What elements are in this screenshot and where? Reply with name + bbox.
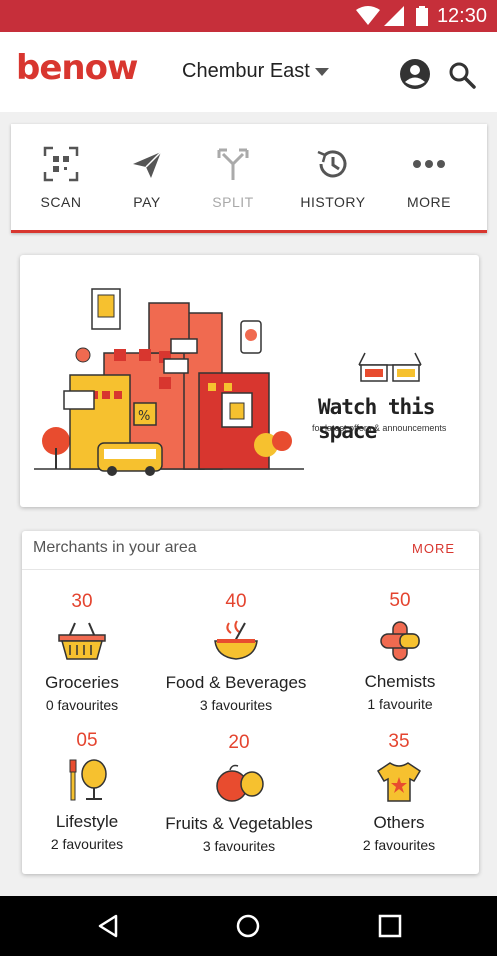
- signal-icon: [384, 6, 404, 26]
- action-scan[interactable]: SCAN: [21, 124, 101, 230]
- history-icon: [317, 150, 347, 178]
- category-count: 30: [71, 591, 93, 612]
- category-fruits-vegetables[interactable]: 20 Fruits & Vegetables 3 favourites: [164, 732, 314, 862]
- divider: [22, 569, 479, 570]
- search-icon[interactable]: [448, 61, 476, 89]
- bowl-icon: [214, 620, 258, 660]
- location-selector[interactable]: Chembur East: [182, 60, 329, 83]
- category-chemists[interactable]: 50 Chemists 1 favourite: [325, 590, 475, 720]
- back-icon[interactable]: [94, 912, 122, 940]
- action-label: SPLIT: [212, 194, 254, 210]
- basket-icon: [58, 622, 106, 660]
- quick-actions: SCAN PAY SPLIT HISTORY MORE: [11, 124, 487, 233]
- category-name: Lifestyle: [55, 812, 119, 831]
- category-favourites: 2 favourites: [362, 837, 436, 853]
- category-lifestyle[interactable]: 05 Lifestyle 2 favourites: [12, 730, 162, 860]
- category-favourites: 1 favourite: [367, 696, 433, 712]
- category-favourites: 0 favourites: [45, 697, 119, 713]
- category-name: Food & Beverages: [165, 673, 307, 692]
- category-groceries[interactable]: 30 Groceries 0 favourites: [7, 591, 157, 721]
- merchants-more-link[interactable]: MORE: [412, 541, 455, 556]
- category-count: 40: [225, 591, 247, 612]
- location-label: Chembur East: [182, 60, 310, 82]
- caret-down-icon: [314, 67, 329, 76]
- promo-banner[interactable]: % Watch this space for latest offers & a…: [20, 255, 479, 507]
- category-count: 05: [76, 730, 98, 751]
- category-favourites: 3 favourites: [202, 838, 276, 854]
- wifi-icon: [356, 6, 380, 25]
- merchants-title: Merchants in your area: [33, 539, 197, 556]
- action-more[interactable]: MORE: [389, 124, 469, 230]
- action-label: SCAN: [40, 194, 82, 210]
- account-icon[interactable]: [400, 59, 430, 89]
- status-time: 12:30: [436, 5, 487, 27]
- category-favourites: 3 favourites: [199, 697, 273, 713]
- category-name: Others: [373, 813, 425, 832]
- svg-text:%: %: [138, 409, 150, 424]
- 3d-glasses-icon: [358, 352, 422, 382]
- pill-icon: [380, 621, 420, 661]
- category-name: Chemists: [364, 672, 436, 691]
- category-count: 35: [388, 731, 410, 752]
- mirror-brush-icon: [69, 759, 107, 801]
- banner-subtitle: for latest offers & announcements: [312, 423, 447, 433]
- send-icon: [133, 151, 162, 178]
- merchants-card: Merchants in your area MORE 30 Groceries…: [22, 531, 479, 874]
- tshirt-icon: [376, 762, 422, 802]
- scan-qr-icon: [43, 146, 79, 182]
- category-others[interactable]: 35 Others 2 favourites: [324, 731, 474, 861]
- action-history[interactable]: HISTORY: [293, 124, 373, 230]
- home-icon[interactable]: [234, 912, 262, 940]
- category-count: 50: [389, 590, 411, 611]
- action-split[interactable]: SPLIT: [193, 124, 273, 230]
- brand-logo[interactable]: benow: [16, 48, 138, 88]
- action-label: HISTORY: [300, 194, 366, 210]
- action-pay[interactable]: PAY: [107, 124, 187, 230]
- city-illustration: %: [34, 288, 304, 476]
- battery-icon: [416, 6, 428, 26]
- banner-title: Watch this space: [318, 395, 435, 443]
- action-label: MORE: [407, 194, 451, 210]
- category-favourites: 2 favourites: [50, 836, 124, 852]
- fruits-icon: [216, 764, 264, 802]
- app-bar: benow Chembur East: [0, 32, 497, 112]
- recents-icon[interactable]: [376, 912, 404, 940]
- category-name: Groceries: [45, 673, 119, 692]
- system-nav-bar: [0, 896, 497, 956]
- action-label: PAY: [133, 194, 161, 210]
- split-icon: [217, 148, 249, 180]
- category-name: Fruits & Vegetables: [165, 814, 313, 833]
- more-dots-icon: [413, 160, 445, 168]
- category-count: 20: [228, 732, 250, 753]
- category-food-beverages[interactable]: 40 Food & Beverages 3 favourites: [161, 591, 311, 721]
- status-bar: 12:30: [0, 0, 497, 32]
